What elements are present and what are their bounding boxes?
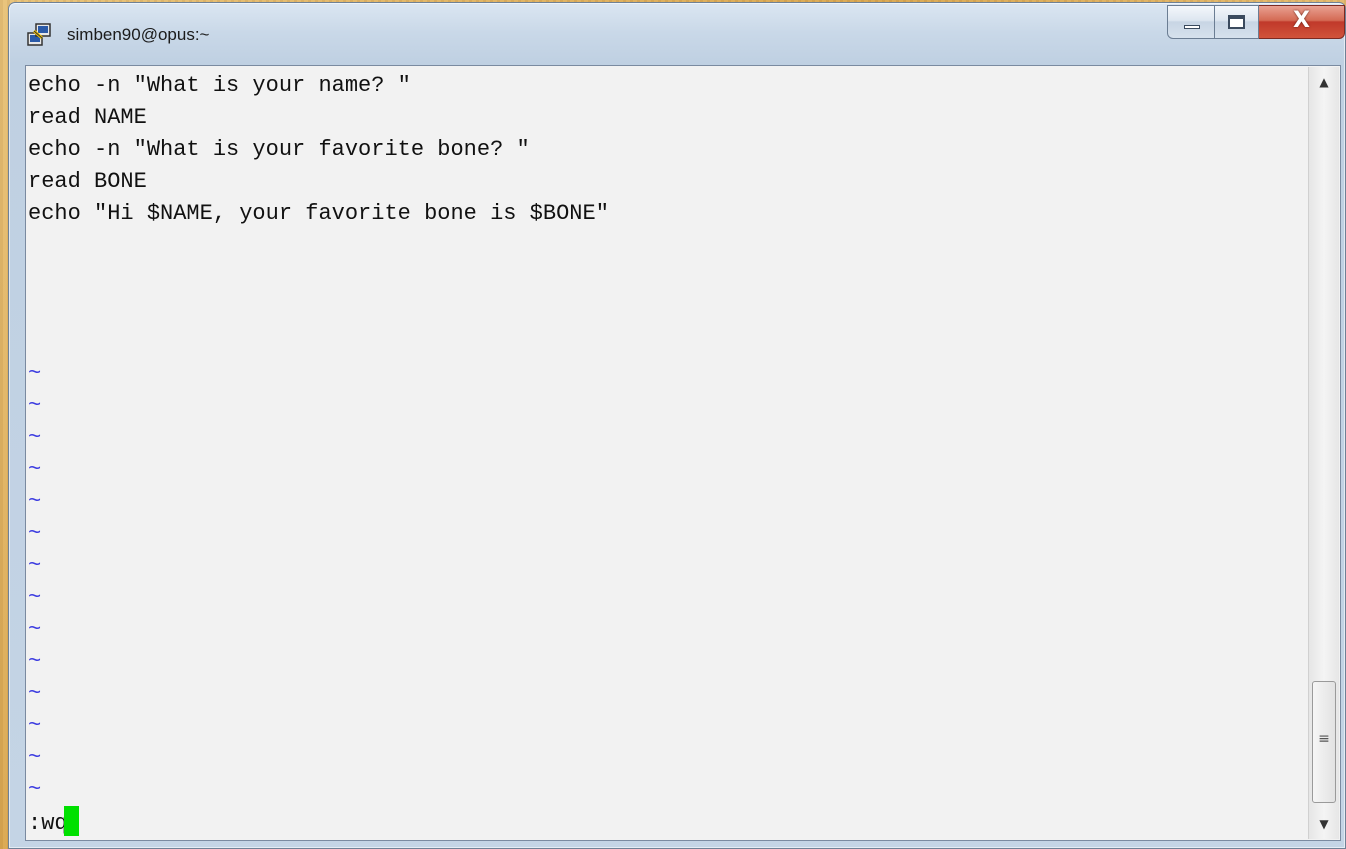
empty-line-tilde: ~ (28, 649, 42, 674)
grip-icon: ≡ (1318, 731, 1330, 747)
code-line: read NAME (28, 105, 147, 130)
maximize-icon (1228, 15, 1245, 29)
scroll-up-arrow-icon[interactable]: ▲ (1309, 67, 1339, 97)
empty-line-tilde: ~ (28, 585, 42, 610)
vim-command-line[interactable]: :wq (28, 806, 79, 838)
putty-window: simben90@opus:~ X echo -n "What is your … (8, 2, 1346, 849)
close-icon: X (1293, 8, 1310, 33)
window-title: simben90@opus:~ (67, 25, 210, 44)
text-cursor (63, 806, 79, 836)
code-line: echo -n "What is your favorite bone? " (28, 137, 530, 162)
editor-buffer[interactable]: echo -n "What is your name? " read NAME ec… (28, 70, 1306, 806)
maximize-button[interactable] (1215, 5, 1259, 39)
code-line: echo -n "What is your name? " (28, 73, 411, 98)
minimize-button[interactable] (1167, 5, 1215, 39)
command-text: :wq (28, 811, 68, 836)
code-line: read BONE (28, 169, 147, 194)
putty-icon[interactable] (25, 21, 53, 49)
empty-line-tilde: ~ (28, 361, 42, 386)
scroll-down-arrow-icon[interactable]: ▼ (1309, 809, 1339, 839)
minimize-icon (1184, 25, 1200, 29)
empty-line-tilde: ~ (28, 457, 42, 482)
code-line: echo "Hi $NAME, your favorite bone is $B… (28, 201, 609, 226)
empty-line-tilde: ~ (28, 425, 42, 450)
terminal-area[interactable]: echo -n "What is your name? " read NAME ec… (25, 65, 1341, 841)
empty-line-tilde: ~ (28, 393, 42, 418)
empty-line-tilde: ~ (28, 617, 42, 642)
empty-line-tilde: ~ (28, 713, 42, 738)
scrollbar-thumb[interactable]: ≡ (1312, 681, 1336, 803)
empty-line-tilde: ~ (28, 745, 42, 770)
vertical-scrollbar[interactable]: ▲ ≡ ▼ (1308, 67, 1339, 839)
empty-line-tilde: ~ (28, 521, 42, 546)
close-button[interactable]: X (1259, 5, 1345, 39)
caption-buttons: X (1167, 5, 1345, 41)
empty-line-tilde: ~ (28, 489, 42, 514)
empty-line-tilde: ~ (28, 553, 42, 578)
empty-line-tilde: ~ (28, 681, 42, 706)
empty-line-tilde: ~ (28, 777, 42, 802)
title-bar[interactable]: simben90@opus:~ X (9, 3, 1345, 63)
